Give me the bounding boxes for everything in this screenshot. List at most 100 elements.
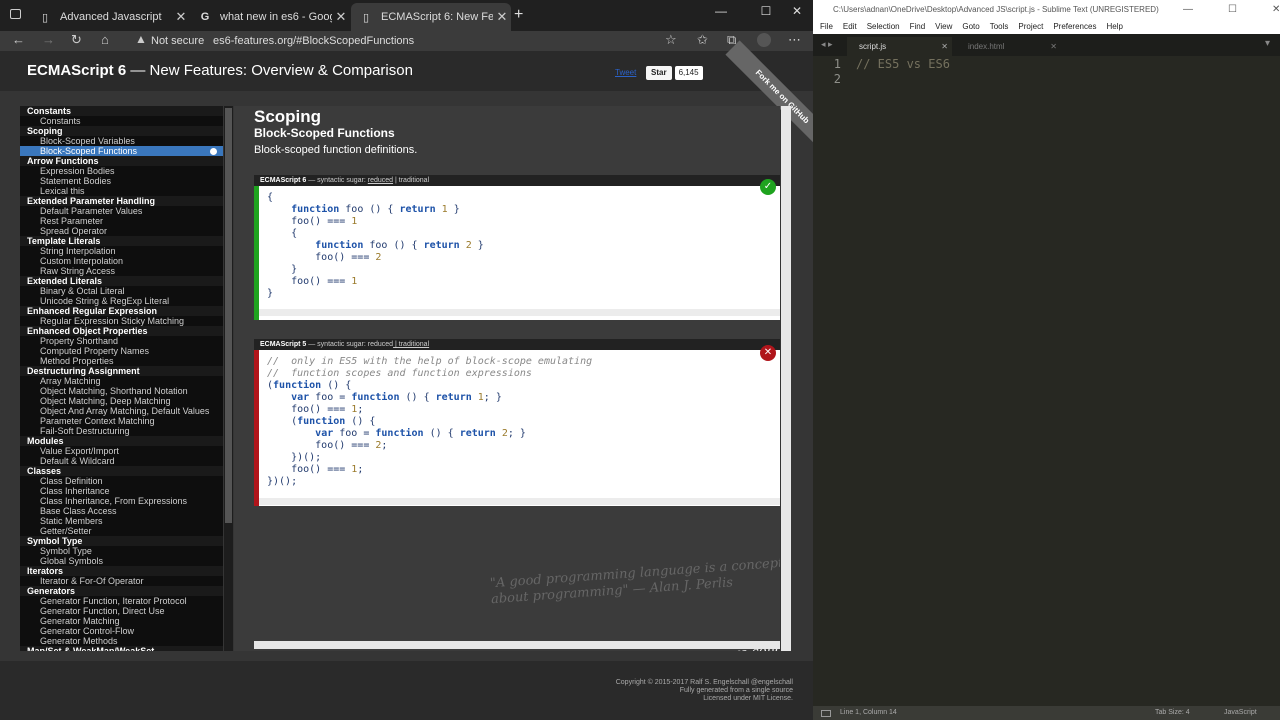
nav-item[interactable]: Class Inheritance, From Expressions [20, 496, 223, 506]
close-icon[interactable]: ✕ [1050, 37, 1057, 56]
close-icon[interactable]: ✕ [332, 9, 350, 25]
back-icon[interactable]: ← [12, 32, 25, 47]
nav-item[interactable]: Unicode String & RegExp Literal [20, 296, 223, 306]
tab-advanced-javascript[interactable]: ▯ Advanced Javascript ✕ [30, 3, 190, 31]
nav-group-header[interactable]: Extended Parameter Handling [20, 196, 223, 206]
syntax-label[interactable]: JavaScript [1224, 706, 1257, 720]
tab-nav-icon[interactable]: ◂ ▸ [821, 39, 833, 50]
minimize-icon[interactable]: — [706, 4, 736, 18]
nav-item[interactable]: Iterator & For-Of Operator [20, 576, 223, 586]
nav-item[interactable]: Spread Operator [20, 226, 223, 236]
nav-group-header[interactable]: Classes [20, 466, 223, 476]
nav-item[interactable]: Default Parameter Values [20, 206, 223, 216]
minimize-icon[interactable]: — [1183, 4, 1193, 15]
nav-item[interactable]: Generator Function, Iterator Protocol [20, 596, 223, 606]
nav-item[interactable]: Getter/Setter [20, 526, 223, 536]
nav-group-header[interactable]: Symbol Type [20, 536, 223, 546]
url-input[interactable]: es6-features.org/#BlockScopedFunctions [213, 35, 414, 47]
nav-item[interactable]: Expression Bodies [20, 166, 223, 176]
nav-item[interactable]: Global Symbols [20, 556, 223, 566]
nav-item[interactable]: Generator Control-Flow [20, 626, 223, 636]
nav-group-header[interactable]: Map/Set & WeakMap/WeakSet [20, 646, 223, 651]
nav-item[interactable]: Object Matching, Deep Matching [20, 396, 223, 406]
menu-project[interactable]: Project [1018, 20, 1043, 34]
page-hscrollbar[interactable] [254, 641, 780, 649]
tab-actions-icon[interactable] [10, 9, 21, 19]
nav-item[interactable]: Block-Scoped Functions [20, 146, 223, 156]
nav-group-header[interactable]: Scoping [20, 126, 223, 136]
panel-toggle-icon[interactable] [821, 710, 831, 717]
nav-item[interactable]: String Interpolation [20, 246, 223, 256]
nav-group-header[interactable]: Destructuring Assignment [20, 366, 223, 376]
nav-item[interactable]: Property Shorthand [20, 336, 223, 346]
nav-item[interactable]: Raw String Access [20, 266, 223, 276]
reduced-link[interactable]: reduced [368, 177, 393, 184]
nav-item[interactable]: Class Definition [20, 476, 223, 486]
maximize-icon[interactable]: ☐ [1228, 4, 1237, 15]
nav-group-header[interactable]: Extended Literals [20, 276, 223, 286]
menu-tools[interactable]: Tools [990, 20, 1009, 34]
nav-item[interactable]: Array Matching [20, 376, 223, 386]
nav-group-header[interactable]: Modules [20, 436, 223, 446]
nav-item[interactable]: Static Members [20, 516, 223, 526]
nav-item[interactable]: Binary & Octal Literal [20, 286, 223, 296]
nav-group-header[interactable]: Enhanced Regular Expression [20, 306, 223, 316]
close-icon[interactable]: ✕ [941, 37, 948, 56]
tab-overflow-icon[interactable]: ▾ [1265, 38, 1270, 49]
nav-group-header[interactable]: Arrow Functions [20, 156, 223, 166]
menu-goto[interactable]: Goto [962, 20, 979, 34]
nav-item[interactable]: Default & Wildcard [20, 456, 223, 466]
nav-item[interactable]: Generator Matching [20, 616, 223, 626]
nav-item[interactable]: Generator Function, Direct Use [20, 606, 223, 616]
nav-group-header[interactable]: Generators [20, 586, 223, 596]
nav-group-header[interactable]: Template Literals [20, 236, 223, 246]
nav-item[interactable]: Rest Parameter [20, 216, 223, 226]
nav-group-header[interactable]: Iterators [20, 566, 223, 576]
favorites-icon[interactable]: ✩ [697, 32, 708, 48]
nav-item[interactable]: Lexical this [20, 186, 223, 196]
close-window-icon[interactable]: ✕ [1272, 4, 1280, 15]
traditional-link[interactable]: | traditional [393, 341, 429, 348]
nav-item[interactable]: Symbol Type [20, 546, 223, 556]
new-tab-icon[interactable]: + [514, 6, 523, 24]
nav-item[interactable]: Object And Array Matching, Default Value… [20, 406, 223, 416]
home-icon[interactable]: ⌂ [101, 32, 109, 47]
tab-size[interactable]: Tab Size: 4 [1155, 706, 1190, 720]
tab-google-search[interactable]: G what new in es6 - Google Search ✕ [190, 3, 350, 31]
nav-group-header[interactable]: Enhanced Object Properties [20, 326, 223, 336]
nav-item[interactable]: Constants [20, 116, 223, 126]
nav-item[interactable]: Custom Interpolation [20, 256, 223, 266]
editor-area[interactable] [853, 56, 1280, 706]
nav-group-header[interactable]: Constants [20, 106, 223, 116]
menu-selection[interactable]: Selection [867, 20, 900, 34]
menu-find[interactable]: Find [910, 20, 926, 34]
nav-item[interactable]: Regular Expression Sticky Matching [20, 316, 223, 326]
menu-preferences[interactable]: Preferences [1053, 20, 1096, 34]
more-icon[interactable]: ⋯ [788, 32, 801, 48]
close-icon[interactable]: ✕ [172, 9, 190, 25]
maximize-icon[interactable]: ☐ [751, 4, 781, 18]
star-label[interactable]: Star [646, 66, 672, 80]
menu-help[interactable]: Help [1106, 20, 1122, 34]
nav-item[interactable]: Class Inheritance [20, 486, 223, 496]
nav-scrollbar[interactable] [224, 106, 233, 651]
tab-index-html[interactable]: index.html ✕ [956, 37, 1061, 56]
code-line-1[interactable]: // ES5 vs ES6 [856, 57, 950, 72]
forward-icon[interactable]: → [42, 32, 55, 47]
nav-item[interactable]: Statement Bodies [20, 176, 223, 186]
nav-item[interactable]: Computed Property Names [20, 346, 223, 356]
close-window-icon[interactable]: ✕ [782, 4, 812, 18]
nav-item[interactable]: Object Matching, Shorthand Notation [20, 386, 223, 396]
nav-item[interactable]: Generator Methods [20, 636, 223, 646]
security-label[interactable]: Not secure [151, 35, 204, 47]
content-scrollbar[interactable] [781, 106, 791, 651]
star-count[interactable]: 6,145 [674, 66, 703, 80]
add-favorite-icon[interactable]: ☆ [665, 32, 677, 48]
nav-item[interactable]: Block-Scoped Variables [20, 136, 223, 146]
nav-item[interactable]: Method Properties [20, 356, 223, 366]
close-icon[interactable]: ✕ [493, 9, 511, 25]
menu-file[interactable]: File [820, 20, 833, 34]
nav-item[interactable]: Base Class Access [20, 506, 223, 516]
github-star-button[interactable]: Star 6,145 [646, 66, 703, 80]
tweet-link[interactable]: Tweet [615, 68, 636, 77]
